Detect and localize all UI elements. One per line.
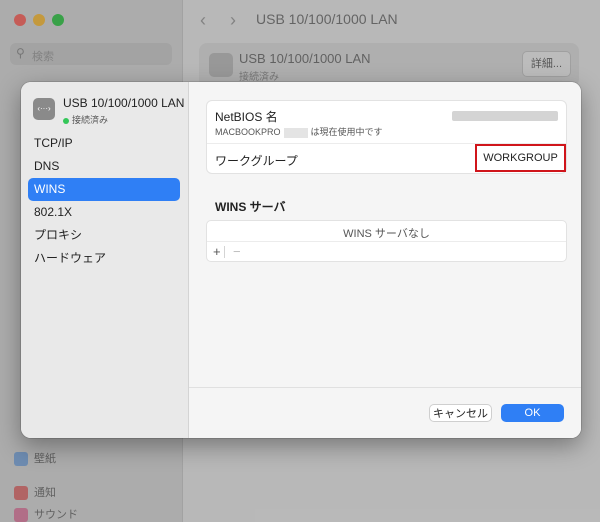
sheet-nav: TCP/IP DNS WINS 802.1X プロキシ ハードウェア — [28, 132, 180, 270]
nav-item-wins[interactable]: WINS — [28, 178, 180, 201]
sheet-footer: キャンセル OK — [189, 387, 581, 438]
nav-item-dns[interactable]: DNS — [28, 155, 180, 178]
sheet-sidebar: ‹···› USB 10/100/1000 LAN 接続済み TCP/IP DN… — [21, 82, 189, 438]
wins-empty-text: WINS サーバなし — [343, 228, 430, 240]
nav-item-8021x[interactable]: 802.1X — [28, 201, 180, 224]
device-status-text: 接続済み — [72, 115, 109, 125]
wins-server-table: WINS サーバなし + − — [206, 220, 567, 262]
workgroup-row: ワークグループ WORKGROUP — [207, 144, 566, 173]
workgroup-field[interactable]: WORKGROUP — [475, 144, 566, 172]
netbios-sub: MACBOOKPRO は現在使用中です — [215, 125, 383, 138]
remove-icon[interactable]: − — [233, 244, 241, 259]
redacted-block — [283, 127, 308, 138]
netbios-row: NetBIOS 名 MACBOOKPRO は現在使用中です — [207, 101, 566, 144]
wins-server-heading: WINS サーバ — [215, 200, 286, 214]
nav-item-hardware[interactable]: ハードウェア — [28, 247, 180, 270]
netbios-value-redacted[interactable] — [452, 111, 558, 121]
device-name: USB 10/100/1000 LAN — [63, 96, 185, 110]
nav-item-proxy[interactable]: プロキシ — [28, 224, 180, 247]
ok-button[interactable]: OK — [501, 404, 564, 422]
device-status: 接続済み — [63, 113, 108, 126]
network-settings-sheet: ‹···› USB 10/100/1000 LAN 接続済み TCP/IP DN… — [21, 82, 581, 438]
network-icon: ‹···› — [33, 98, 55, 120]
netbios-sub-prefix: MACBOOKPRO — [215, 127, 281, 137]
sheet-content: NetBIOS 名 MACBOOKPRO は現在使用中です ワークグループ WOR… — [189, 82, 581, 438]
add-icon[interactable]: + — [213, 244, 221, 259]
wins-toolbar: + − — [207, 241, 566, 262]
cancel-button[interactable]: キャンセル — [429, 404, 492, 422]
workgroup-label: ワークグループ — [215, 154, 298, 168]
netbios-label: NetBIOS 名 — [215, 110, 278, 124]
netbios-group: NetBIOS 名 MACBOOKPRO は現在使用中です ワークグループ WOR… — [206, 100, 567, 174]
netbios-sub-suffix: は現在使用中です — [310, 127, 383, 137]
nav-item-tcpip[interactable]: TCP/IP — [28, 132, 180, 155]
connected-dot-icon — [63, 117, 69, 124]
toolbar-divider — [224, 246, 225, 258]
